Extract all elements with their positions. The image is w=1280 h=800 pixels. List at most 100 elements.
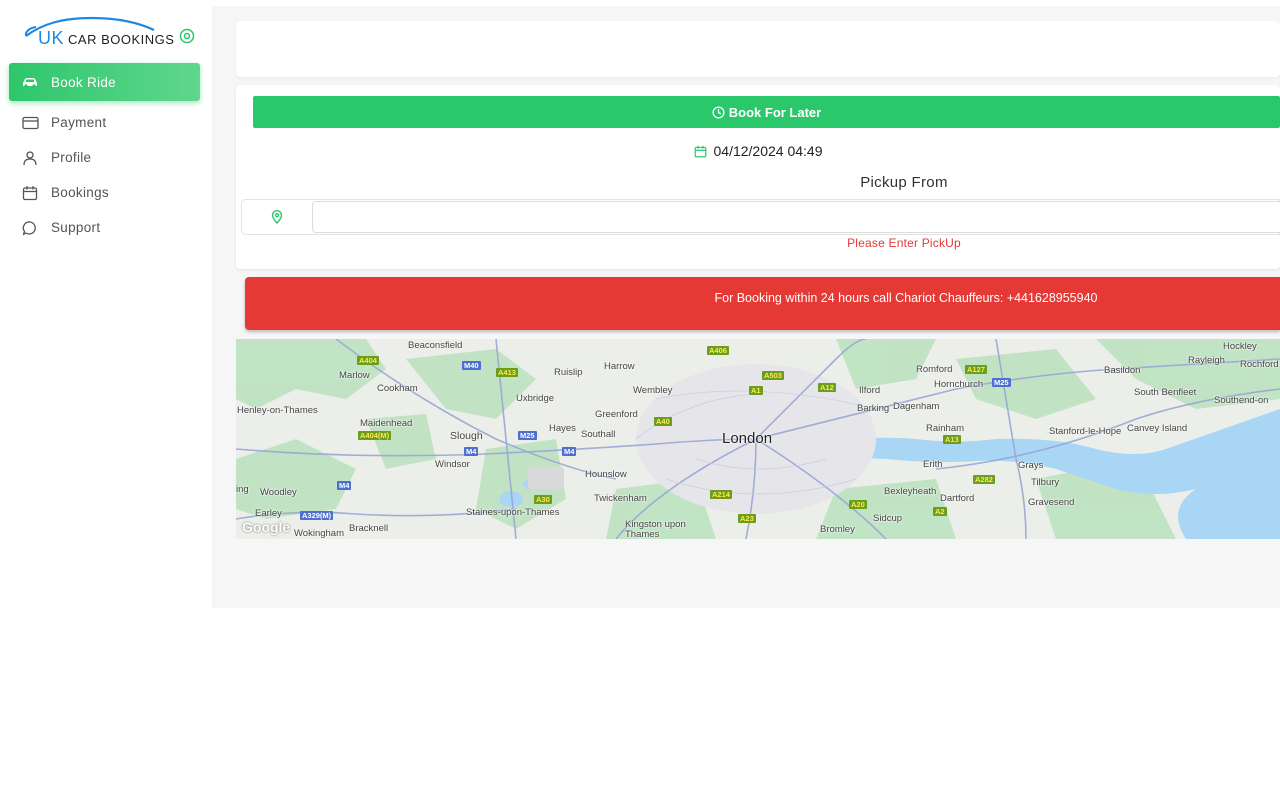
datetime-value: 04/12/2024 04:49 bbox=[713, 143, 823, 159]
map-place-label: Windsor bbox=[435, 459, 470, 470]
alert-text: For Booking within 24 hours call Chariot… bbox=[714, 291, 1098, 305]
map-place-label: Harrow bbox=[604, 361, 635, 372]
pickup-error-message: Please Enter PickUp bbox=[847, 236, 961, 250]
map-place-label: Tilbury bbox=[1031, 477, 1060, 488]
header-card bbox=[236, 21, 1280, 77]
sidebar-nav: Book Ride Payment Profile Bookings Suppo… bbox=[9, 63, 200, 245]
map-place-label: Southall bbox=[581, 429, 616, 440]
road-shield: A13 bbox=[943, 435, 961, 444]
map-place-label: Maidenhead bbox=[360, 418, 413, 429]
map-place-label: Kingston upon Thames bbox=[625, 519, 686, 540]
car-icon bbox=[21, 73, 39, 91]
user-icon bbox=[21, 149, 39, 167]
pickup-datetime[interactable]: 04/12/2024 04:49 bbox=[236, 143, 1280, 159]
sidebar-item-support[interactable]: Support bbox=[9, 210, 200, 245]
logo-uk: UK bbox=[38, 28, 65, 48]
road-shield: A503 bbox=[762, 371, 784, 380]
map-place-label: Southend-on bbox=[1214, 395, 1269, 406]
pickup-input[interactable] bbox=[312, 201, 1280, 233]
brand-logo[interactable]: UK CAR BOOKINGS bbox=[22, 14, 174, 50]
map-place-label: Hayes bbox=[549, 423, 576, 434]
map-place-label: Beaconsfield bbox=[408, 340, 463, 351]
sidebar-item-label: Book Ride bbox=[51, 74, 116, 90]
road-shield: M4 bbox=[337, 481, 352, 490]
chat-icon bbox=[21, 219, 39, 237]
book-for-later-label: Book For Later bbox=[728, 104, 822, 120]
map-place-label: Uxbridge bbox=[516, 393, 555, 404]
sidebar-item-book-ride[interactable]: Book Ride bbox=[9, 63, 200, 101]
calendar-icon bbox=[694, 145, 707, 158]
map-place-label: Grays bbox=[1018, 460, 1044, 471]
map-place-label: Rainham bbox=[926, 423, 965, 434]
road-shield: M25 bbox=[518, 431, 537, 440]
road-shield: A329(M) bbox=[300, 511, 334, 520]
logo-name: CAR BOOKINGS bbox=[68, 32, 175, 47]
map-place-label: Rayleigh bbox=[1188, 355, 1225, 366]
road-shield: A30 bbox=[534, 495, 552, 504]
map-place-label: Dartford bbox=[940, 493, 975, 504]
road-shield: A282 bbox=[973, 475, 995, 484]
google-attribution-logo: Google bbox=[242, 519, 291, 535]
sidebar-item-label: Bookings bbox=[51, 185, 109, 200]
sidebar-item-label: Support bbox=[51, 220, 101, 235]
pickup-title: Pickup From bbox=[860, 174, 948, 191]
sidebar-item-label: Payment bbox=[51, 115, 107, 130]
map-place-label: Earley bbox=[255, 508, 282, 519]
sidebar: UK CAR BOOKINGS Book Ride Payment Profile bbox=[0, 0, 212, 800]
map-place-label: Basildon bbox=[1104, 365, 1141, 376]
map-place-label: Gravesend bbox=[1028, 497, 1075, 508]
pickup-field-group bbox=[241, 199, 1280, 235]
map-place-label: Henley-on-Thames bbox=[237, 405, 318, 416]
map-place-label: Sidcup bbox=[873, 513, 903, 524]
road-shield: A1 bbox=[749, 386, 763, 395]
road-shield: A406 bbox=[707, 346, 729, 355]
calendar-icon bbox=[21, 184, 39, 202]
road-shield: A404 bbox=[357, 356, 379, 365]
location-pin-icon bbox=[242, 200, 312, 234]
map-place-label-london: London bbox=[722, 430, 773, 447]
map-place-label: Hornchurch bbox=[934, 379, 984, 390]
sidebar-item-profile[interactable]: Profile bbox=[9, 140, 200, 175]
map-view[interactable]: Beaconsfield Marlow Cookham Henley-on-Th… bbox=[236, 339, 1280, 539]
sidebar-item-payment[interactable]: Payment bbox=[9, 105, 200, 140]
book-for-later-button[interactable]: Book For Later bbox=[253, 96, 1280, 128]
map-place-label: Ilford bbox=[859, 385, 881, 396]
road-shield: A413 bbox=[496, 368, 518, 377]
sidebar-item-bookings[interactable]: Bookings bbox=[9, 175, 200, 210]
road-shield: A2 bbox=[933, 507, 947, 516]
road-shield: A214 bbox=[710, 490, 732, 499]
credit-card-icon bbox=[21, 114, 39, 132]
map-place-label: Bromley bbox=[820, 524, 855, 535]
road-shield: M25 bbox=[992, 378, 1011, 387]
sidebar-item-label: Profile bbox=[51, 150, 92, 165]
road-shield: A40 bbox=[654, 417, 672, 426]
map-place-label: Wokingham bbox=[294, 528, 344, 539]
road-shield: A23 bbox=[738, 514, 756, 523]
map-place-label: Canvey Island bbox=[1127, 423, 1188, 434]
map-place-label: Ruislip bbox=[554, 367, 583, 378]
map-place-label: Rochford bbox=[1240, 359, 1279, 370]
map-place-label: Cookham bbox=[377, 383, 418, 394]
road-shield: A404(M) bbox=[358, 431, 392, 440]
road-shield: M4 bbox=[562, 447, 577, 456]
map-place-label: Dagenham bbox=[893, 401, 940, 412]
main-content: Book For Later 04/12/2024 04:49 Pickup F… bbox=[212, 6, 1280, 608]
map-place-label: Erith bbox=[923, 459, 943, 470]
map-place-label: Staines-upon-Thames bbox=[466, 507, 560, 518]
map-place-label: Hounslow bbox=[585, 469, 627, 480]
booking-alert-banner: For Booking within 24 hours call Chariot… bbox=[245, 277, 1280, 330]
map-place-label: Bexleyheath bbox=[884, 486, 937, 497]
map-place-label: Barking bbox=[857, 403, 890, 414]
road-shield: M4 bbox=[464, 447, 479, 456]
road-shield: A127 bbox=[965, 365, 987, 374]
sidebar-toggle-icon[interactable] bbox=[179, 28, 195, 44]
road-shield: A12 bbox=[818, 383, 836, 392]
map-place-label: Hockley bbox=[1223, 341, 1257, 352]
map-place-label: South Benfleet bbox=[1134, 387, 1197, 398]
map-place-label: Wembley bbox=[633, 385, 673, 396]
map-place-label: Marlow bbox=[339, 370, 370, 381]
map-place-label: Stanford-le-Hope bbox=[1049, 426, 1122, 437]
map-place-label: Romford bbox=[916, 364, 953, 375]
map-place-label: Twickenham bbox=[594, 493, 647, 504]
road-shield: A20 bbox=[849, 500, 867, 509]
